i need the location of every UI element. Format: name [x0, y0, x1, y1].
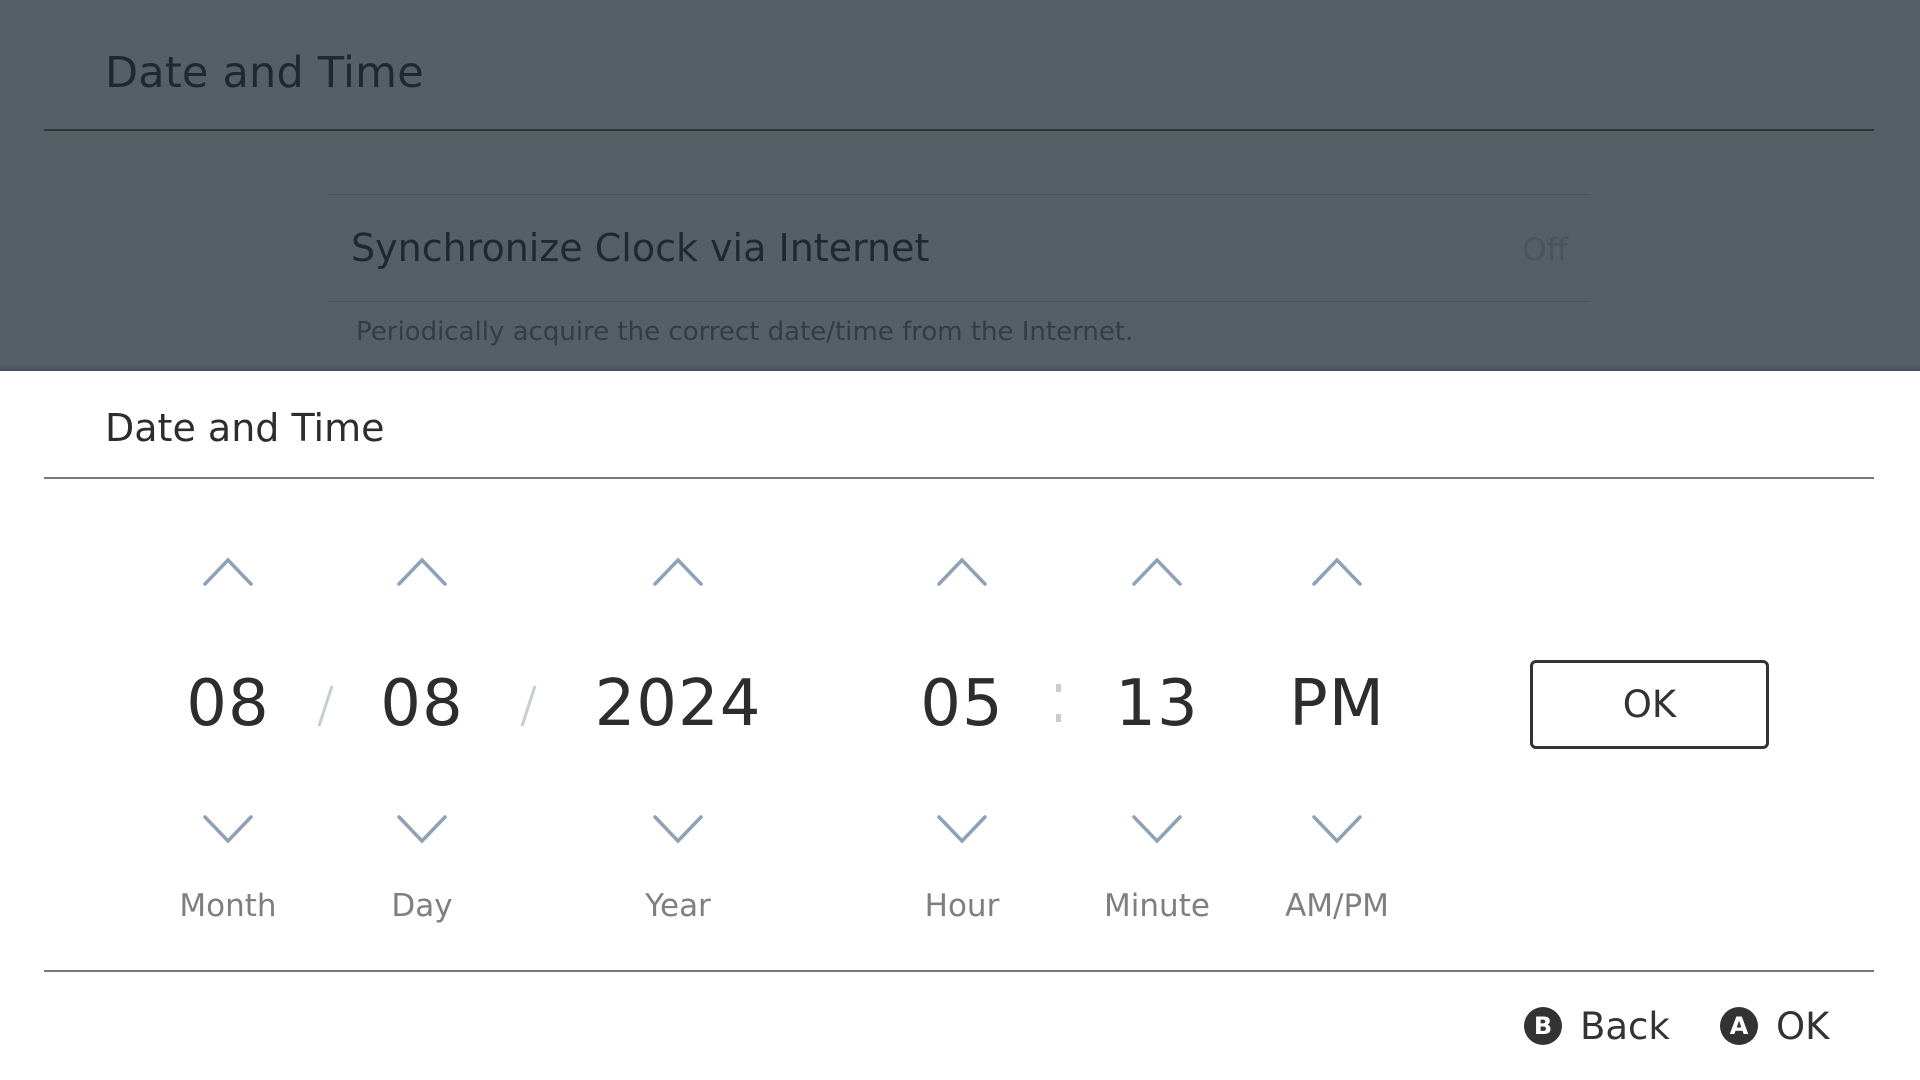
background-page-title: Date and Time — [105, 48, 424, 98]
hour-decrement-chevron-down-icon[interactable] — [936, 814, 988, 846]
month-decrement-chevron-down-icon[interactable] — [202, 814, 254, 846]
day-value[interactable]: 08 — [322, 661, 522, 747]
year-value[interactable]: 2024 — [578, 661, 778, 747]
date-separator-slash — [520, 685, 537, 727]
background-header-divider — [44, 129, 1874, 131]
dialog-footer-divider — [44, 970, 1874, 972]
setting-row-top-divider — [328, 194, 1590, 195]
month-picker: 08 Month — [128, 555, 328, 935]
minute-label: Minute — [1104, 888, 1210, 924]
hour-value[interactable]: 05 — [862, 661, 1062, 747]
day-increment-chevron-up-icon[interactable] — [396, 555, 448, 587]
year-label: Year — [645, 888, 711, 924]
year-decrement-chevron-down-icon[interactable] — [652, 814, 704, 846]
ok-hint-label: OK — [1776, 1004, 1830, 1048]
day-label: Day — [391, 888, 453, 924]
hour-label: Hour — [924, 888, 1000, 924]
back-hint-label: Back — [1580, 1004, 1670, 1048]
ampm-value[interactable]: PM — [1237, 661, 1437, 747]
hour-increment-chevron-up-icon[interactable] — [936, 555, 988, 587]
back-hint-button[interactable]: B Back — [1524, 1004, 1670, 1048]
ampm-decrement-chevron-down-icon[interactable] — [1311, 814, 1363, 846]
minute-picker: 13 Minute — [1057, 555, 1257, 935]
ampm-label: AM/PM — [1285, 888, 1389, 924]
day-picker: 08 Day — [322, 555, 522, 935]
setting-row-bottom-divider — [328, 301, 1590, 302]
year-increment-chevron-up-icon[interactable] — [652, 555, 704, 587]
year-picker: 2024 Year — [578, 555, 778, 935]
dialog-header-divider — [44, 477, 1874, 479]
minute-increment-chevron-up-icon[interactable] — [1131, 555, 1183, 587]
a-button-icon: A — [1720, 1007, 1758, 1045]
hour-picker: 05 Hour — [862, 555, 1062, 935]
sync-clock-setting-value: Off — [1522, 232, 1568, 268]
ampm-picker: PM AM/PM — [1237, 555, 1437, 935]
ok-hint-button[interactable]: A OK — [1720, 1004, 1829, 1048]
month-increment-chevron-up-icon[interactable] — [202, 555, 254, 587]
minute-value[interactable]: 13 — [1057, 661, 1257, 747]
ampm-increment-chevron-up-icon[interactable] — [1311, 555, 1363, 587]
month-value[interactable]: 08 — [128, 661, 328, 747]
dialog-title: Date and Time — [105, 406, 385, 450]
month-label: Month — [179, 888, 277, 924]
ok-button[interactable]: OK — [1530, 660, 1769, 749]
b-button-icon: B — [1524, 1007, 1562, 1045]
sync-clock-setting-description: Periodically acquire the correct date/ti… — [356, 317, 1134, 347]
day-decrement-chevron-down-icon[interactable] — [396, 814, 448, 846]
minute-decrement-chevron-down-icon[interactable] — [1131, 814, 1183, 846]
sync-clock-setting-label: Synchronize Clock via Internet — [351, 226, 930, 270]
